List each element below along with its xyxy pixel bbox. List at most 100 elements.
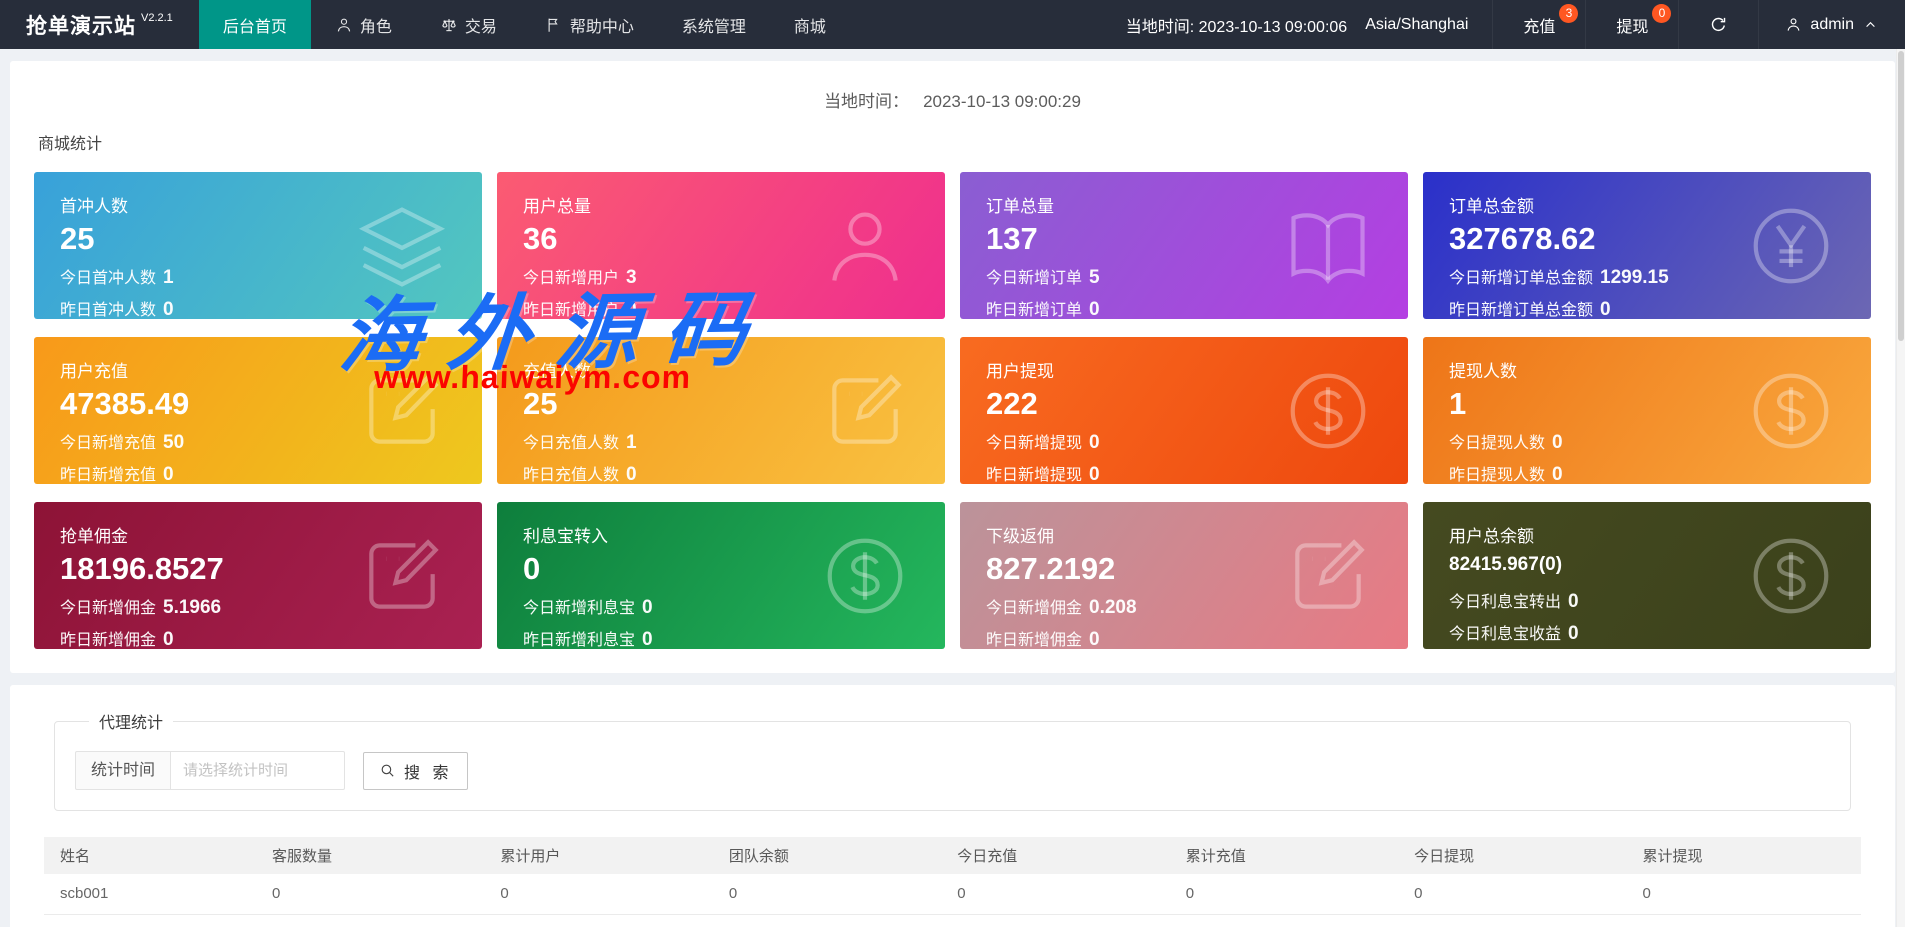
stat-card: 提现人数1今日提现人数0昨日提现人数0 (1423, 337, 1871, 484)
card-line-label: 昨日首冲人数 (60, 302, 156, 319)
card-line-label: 今日提现人数 (1449, 435, 1545, 452)
flag-icon (545, 16, 563, 34)
card-line-value: 0 (642, 597, 653, 618)
menu-item-roles[interactable]: 角色 (311, 0, 416, 49)
card-line-value: 0 (1089, 464, 1100, 484)
card-line-value: 5.1966 (163, 597, 221, 618)
menu-item-mall[interactable]: 商城 (770, 0, 850, 49)
brand-version: V2.2.1 (141, 12, 173, 24)
edit-note-icon (356, 365, 448, 457)
card-line-value: 0 (626, 299, 637, 319)
card-yesterday-line: 昨日新增提现 0 (986, 461, 1382, 484)
withdraw-button[interactable]: 提现 0 (1585, 0, 1678, 49)
table-cell: 0 (262, 914, 490, 927)
chevron-up-icon (1862, 16, 1879, 33)
refresh-button[interactable] (1678, 0, 1758, 49)
table-cell: 0 (947, 914, 1175, 927)
table-cell: scb001 (44, 874, 262, 914)
menu-item-system[interactable]: 系统管理 (658, 0, 770, 49)
recharge-button[interactable]: 充值 3 (1492, 0, 1585, 49)
stat-cards-grid: 首冲人数25今日首冲人数1昨日首冲人数0用户总量36今日新增用户3昨日新增用户0… (34, 172, 1871, 649)
table-cell: scb002 (44, 914, 262, 927)
dollar-circle-icon (1745, 530, 1837, 622)
table-header-cell: 累计充值 (1176, 837, 1404, 874)
card-line-value: 3 (626, 267, 637, 288)
table-header-cell: 客服数量 (262, 837, 490, 874)
menu-item-help-center[interactable]: 帮助中心 (521, 0, 658, 49)
stat-time-input[interactable] (171, 751, 345, 790)
table-cell: 0 (719, 914, 947, 927)
server-time-value: 2023-10-13 09:00:29 (923, 92, 1081, 111)
card-yesterday-line: 昨日新增佣金0 (986, 626, 1382, 649)
username: admin (1810, 16, 1854, 34)
table-cell: 0 (947, 874, 1175, 914)
card-line-label: 昨日新增利息宝 (523, 632, 635, 649)
filter-row: 统计时间 搜 索 (75, 751, 1830, 790)
table-row: scb0010000000 (44, 874, 1861, 914)
card-line-label: 今日新增佣金 (986, 600, 1082, 617)
search-button[interactable]: 搜 索 (363, 752, 468, 790)
card-line-value: 0.208 (1089, 597, 1137, 618)
menu-item-label: 交易 (465, 13, 497, 37)
menu-item-dashboard[interactable]: 后台首页 (199, 0, 311, 49)
menu-item-trade[interactable]: 交易 (416, 0, 521, 49)
table-header-cell: 今日提现 (1404, 837, 1632, 874)
refresh-icon (1709, 15, 1728, 34)
table-cell: 0 (1633, 874, 1861, 914)
stat-card: 首冲人数25今日首冲人数1昨日首冲人数0 (34, 172, 482, 319)
server-time: 当地时间：2023-10-13 09:00:29 (34, 77, 1871, 118)
table-cell: 0 (1404, 914, 1632, 927)
stat-card: 充值人数25今日充值人数1昨日充值人数0 (497, 337, 945, 484)
edit-note-icon (819, 365, 911, 457)
card-line-label: 昨日新增订单总金额 (1449, 302, 1593, 319)
agent-panel: 代理统计 统计时间 搜 索 姓名客服数量累计用户团队余额今日充值累计充值今日提现… (10, 685, 1895, 927)
card-line-value: 1299.15 (1600, 267, 1669, 288)
card-yesterday-line: 昨日新增充值0 (60, 461, 456, 484)
menu-item-label: 系统管理 (682, 13, 746, 37)
card-line-label: 昨日新增提现 (986, 467, 1082, 484)
table-header-cell: 团队余额 (719, 837, 947, 874)
stat-card: 用户总量36今日新增用户3昨日新增用户0 (497, 172, 945, 319)
card-line-value: 0 (1552, 464, 1563, 484)
card-line-value: 0 (1089, 299, 1100, 319)
navbar-local-time: 当地时间: 2023-10-13 09:00:06 Asia/Shanghai (1126, 0, 1469, 49)
card-line-label: 今日新增用户 (523, 270, 619, 287)
card-line-value: 5 (1089, 267, 1100, 288)
card-line-value: 0 (1089, 629, 1100, 649)
card-line-label: 今日新增订单 (986, 270, 1082, 287)
brand: 抢单演示站 V2.2.1 (0, 0, 199, 49)
card-line-label: 今日新增订单总金额 (1449, 270, 1593, 287)
timezone-text: Asia/Shanghai (1365, 16, 1468, 34)
card-yesterday-line: 昨日提现人数0 (1449, 461, 1845, 484)
table-cell: 0 (490, 874, 718, 914)
table-cell: 0 (1176, 914, 1404, 927)
page-scrollbar[interactable] (1896, 49, 1905, 927)
filter-label: 统计时间 (75, 751, 171, 790)
table-cell: 0 (1404, 874, 1632, 914)
agent-legend: 代理统计 (89, 709, 173, 733)
user-menu[interactable]: admin (1758, 0, 1905, 49)
card-line-label: 今日新增利息宝 (523, 600, 635, 617)
card-yesterday-line: 昨日首冲人数0 (60, 296, 456, 319)
card-line-value: 1 (163, 267, 174, 288)
card-line-value: 50 (163, 432, 184, 453)
stats-panel: 当地时间：2023-10-13 09:00:29 商城统计 首冲人数25今日首冲… (10, 61, 1895, 673)
card-yesterday-line: 昨日新增利息宝0 (523, 626, 919, 649)
scrollbar-thumb[interactable] (1898, 51, 1904, 341)
dollar-circle-icon (819, 530, 911, 622)
table-header-cell: 累计用户 (490, 837, 718, 874)
menu-item-label: 帮助中心 (570, 13, 634, 37)
main-menu: 后台首页角色 交易 帮助中心 系统管理商城 (199, 0, 850, 49)
table-cell: 0 (262, 874, 490, 914)
section-title: 商城统计 (34, 130, 1871, 154)
withdraw-badge: 0 (1652, 4, 1671, 23)
card-line-value: 0 (163, 629, 174, 649)
card-line-value: 0 (1089, 432, 1100, 453)
card-line-value: 0 (626, 464, 637, 484)
stat-card: 用户提现222今日新增提现0昨日新增提现0 (960, 337, 1408, 484)
card-line-label: 今日充值人数 (523, 435, 619, 452)
agent-table: 姓名客服数量累计用户团队余额今日充值累计充值今日提现累计提现 scb001000… (44, 837, 1861, 927)
card-line-value: 0 (163, 464, 174, 484)
card-line-label: 今日新增充值 (60, 435, 156, 452)
card-line-value: 0 (1568, 623, 1579, 644)
